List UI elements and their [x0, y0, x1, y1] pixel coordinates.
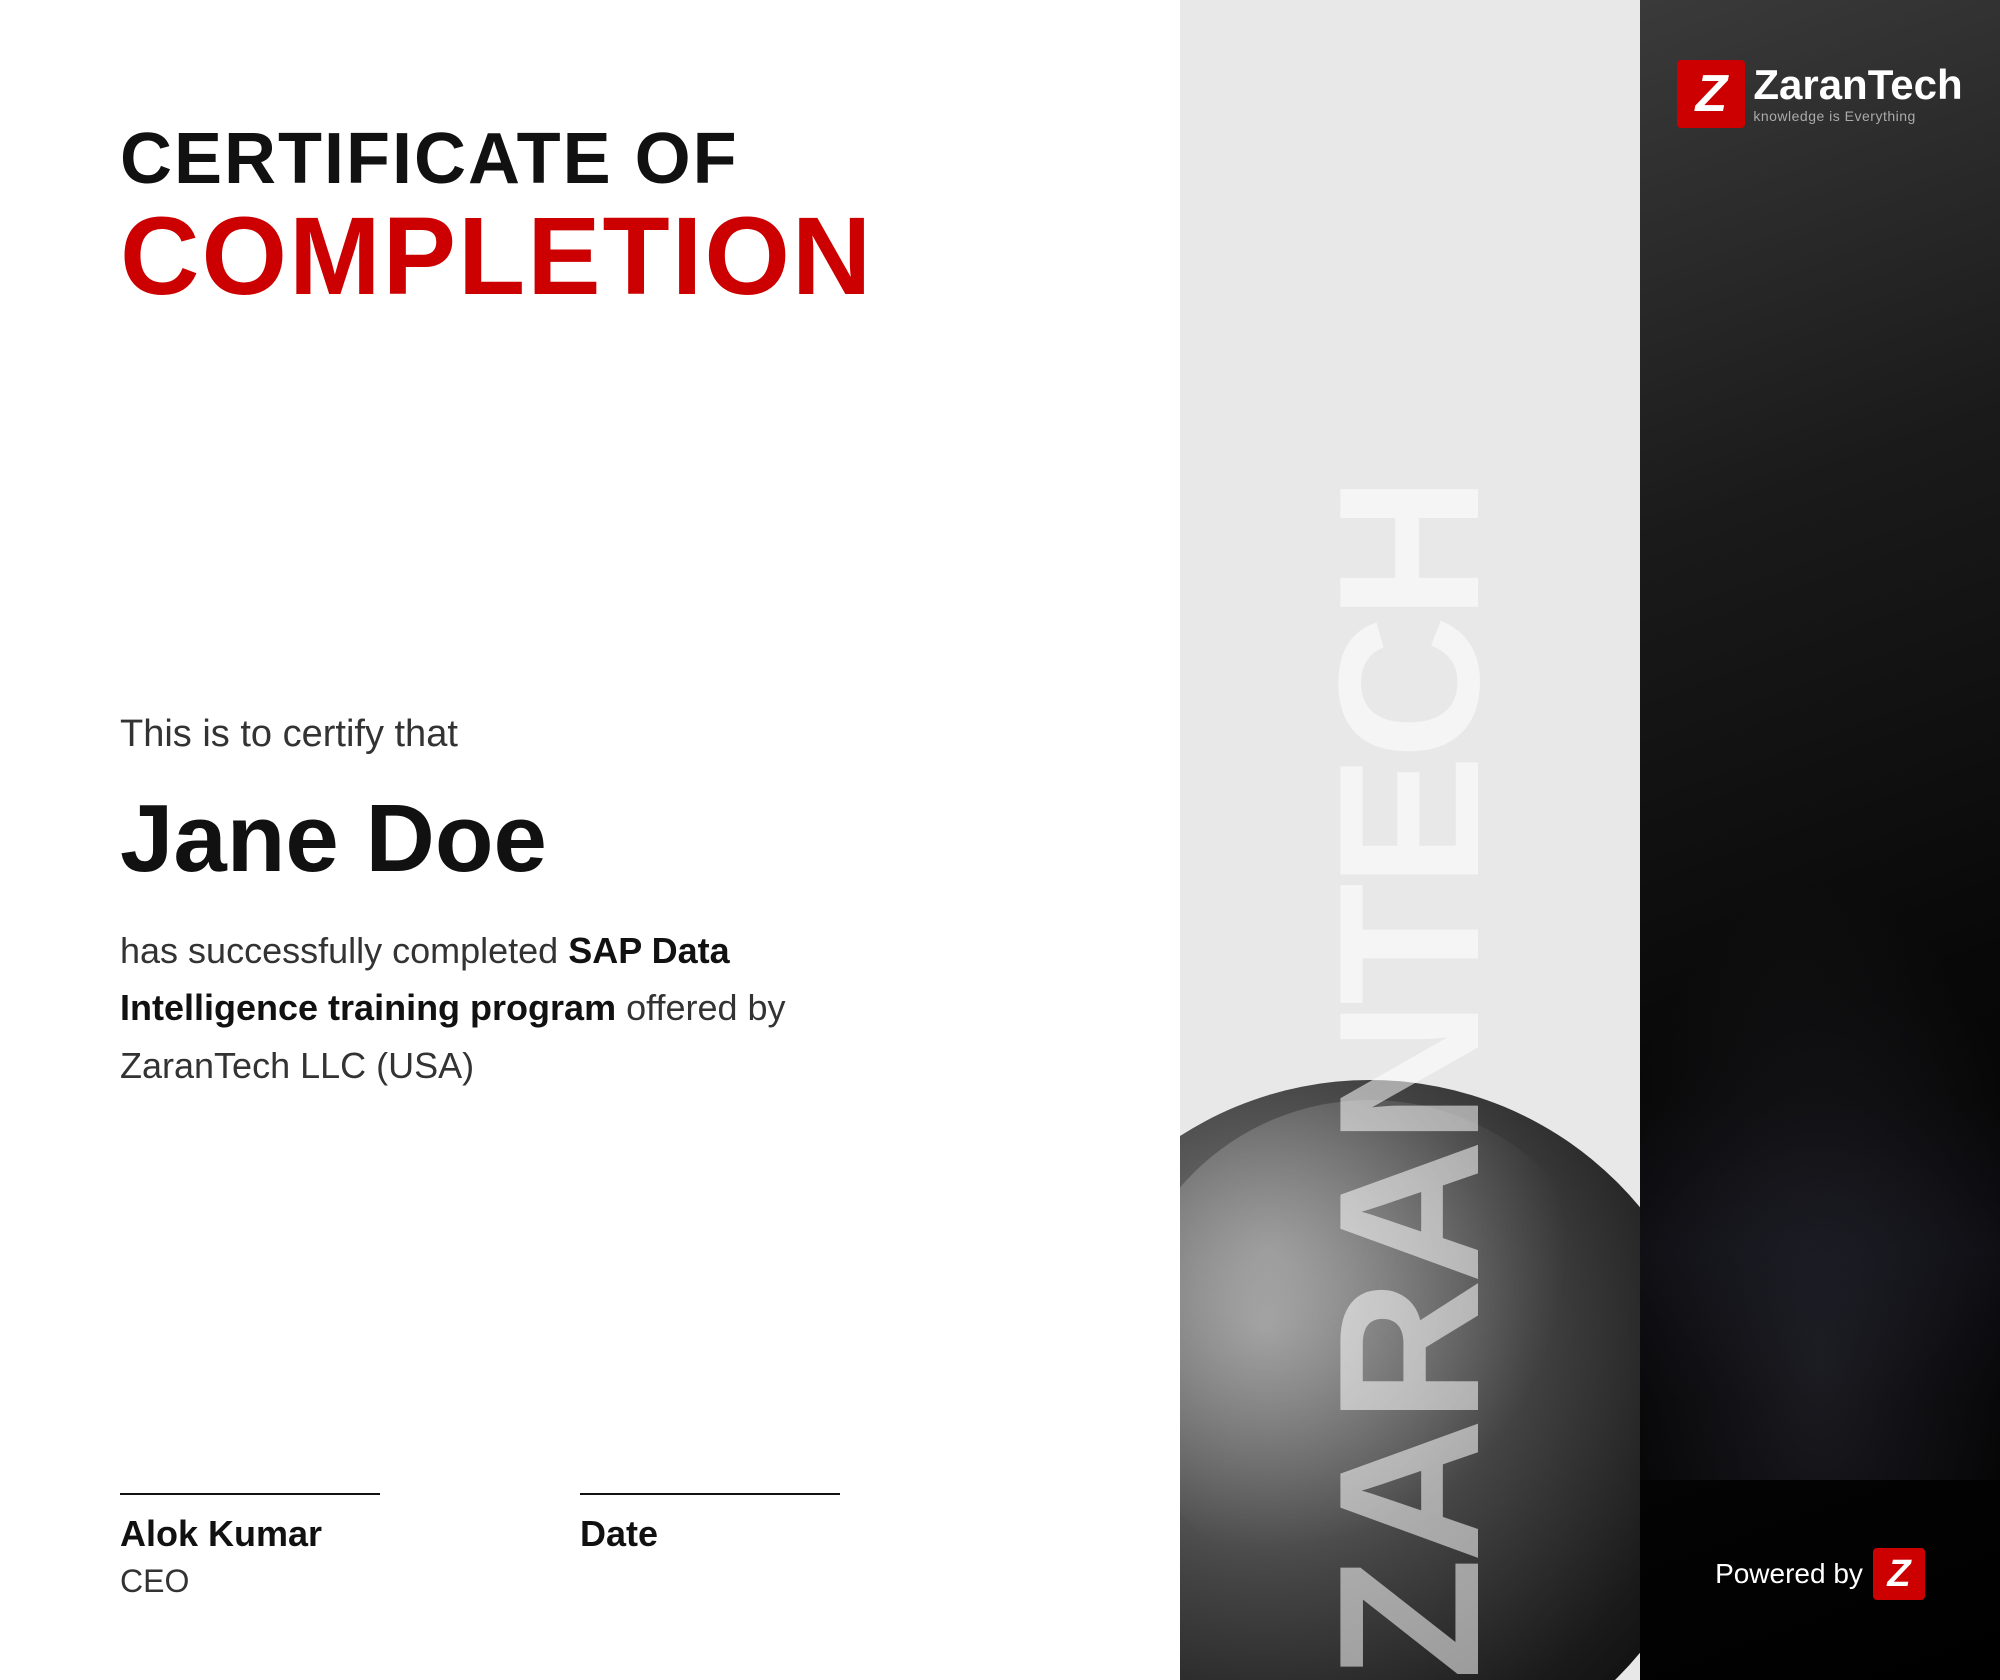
logo-brand-zaran: Zaran [1753, 61, 1867, 108]
signer-block: Alok Kumar CEO [120, 1493, 380, 1600]
signer-name: Alok Kumar [120, 1513, 380, 1555]
cert-title-line1: CERTIFICATE OF [120, 120, 1080, 199]
date-label: Date [580, 1513, 840, 1555]
certify-text: This is to certify that [120, 713, 1080, 756]
date-line [580, 1493, 840, 1495]
logo-container: Z ZaranTech knowledge is Everything [1677, 60, 1962, 128]
date-block: Date [580, 1493, 840, 1563]
logo-z-box: Z [1677, 60, 1745, 128]
logo-brand-name: ZaranTech [1753, 64, 1962, 106]
right-section: Z ZaranTech knowledge is Everything Powe… [1640, 0, 2000, 1680]
recipient-name: Jane Doe [120, 786, 1080, 892]
powered-z-letter: Z [1887, 1555, 1910, 1593]
signature-section: Alok Kumar CEO Date [120, 1433, 1080, 1600]
left-section: CERTIFICATE OF COMPLETION This is to cer… [0, 0, 1180, 1680]
logo-text-block: ZaranTech knowledge is Everything [1753, 64, 1962, 124]
logo-z-letter: Z [1695, 68, 1727, 120]
atmo-lines [1640, 1100, 2000, 1400]
cert-title-line2: COMPLETION [120, 199, 1080, 315]
signer-title: CEO [120, 1563, 380, 1600]
certificate-title: CERTIFICATE OF COMPLETION [120, 120, 1080, 335]
middle-section: ZARANTECH [1180, 0, 1640, 1680]
cert-body: This is to certify that Jane Doe has suc… [120, 335, 1080, 1433]
powered-by-section: Powered by Z [1640, 1548, 2000, 1600]
completion-text: has successfully completed SAP Data Inte… [120, 922, 920, 1095]
completion-prefix: has successfully completed [120, 930, 568, 971]
certificate-wrapper: CERTIFICATE OF COMPLETION This is to cer… [0, 0, 2000, 1680]
signature-line [120, 1493, 380, 1495]
logo-brand-tech: Tech [1868, 61, 1963, 108]
powered-z-box: Z [1873, 1548, 1925, 1600]
logo-tagline: knowledge is Everything [1753, 108, 1962, 124]
powered-by-text: Powered by [1715, 1558, 1863, 1590]
